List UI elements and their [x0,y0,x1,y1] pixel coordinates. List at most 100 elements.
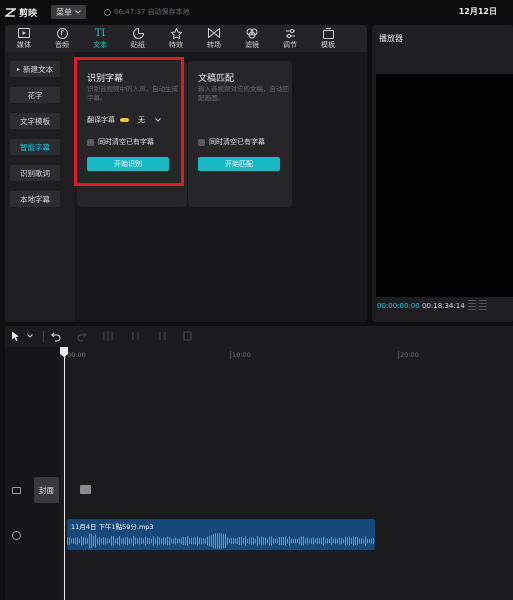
clear-existing-row: 同时清空已有字幕 [87,137,154,147]
ruler-label: 10:00 [232,351,251,359]
audio-clip[interactable]: 11月4日 下午1點59分.mp3 [67,519,375,550]
sidebar-item-auto-captions[interactable]: 智能字幕 [10,139,60,155]
translate-toggle[interactable] [119,117,130,123]
sticker-icon [132,27,144,39]
tab-sticker[interactable]: 贴纸 [119,25,157,52]
tab-effects-label: 特效 [169,41,183,49]
sidebar-item-label: 智能字幕 [20,142,50,152]
sidebar-item-label: 文字模板 [20,116,50,126]
playhead[interactable] [64,347,65,600]
translate-select-value: 无 [138,116,145,124]
translate-label: 翻译字幕 [87,116,115,124]
video-track-icon [12,487,21,494]
clear-existing-checkbox[interactable] [87,138,94,146]
redo-icon[interactable] [77,330,87,342]
tab-transition[interactable]: 转场 [195,25,233,52]
sidebar-item-fancy-text[interactable]: 花字 [10,87,60,103]
total-timecode: 00:18:34:14 [422,302,465,310]
sidebar-item-label: 花字 [27,90,43,100]
cover-button[interactable]: 封面 [34,477,59,503]
toolbar-divider [43,331,44,342]
tab-audio-label: 音频 [55,41,69,49]
current-timecode: 00:00:00:00 [377,302,420,310]
tab-filter-label: 滤镜 [245,41,259,49]
tab-adjust[interactable]: 调节 [271,25,309,52]
timeline-panel: 00:00 10:00 20:00 封面 11月4日 下午1點59分.mp3 [5,326,513,600]
split-icon[interactable] [103,330,113,342]
ruler-label: 00:00 [67,351,86,359]
sidebar-item-new-text[interactable]: ▸ 新建文本 [10,61,60,77]
recognize-captions-card: 识别字幕 识别音视频中的人声，自动生成字幕。 翻译字幕 无 同时清空已有字幕 开… [77,61,187,207]
text-sidebar: ▸ 新建文本 花字 文字模板 智能字幕 识别歌词 本地字幕 [10,61,65,217]
main-toolbar: 媒体 音频 TI 文本 贴纸 特效 转场 滤镜 调节 模板 [5,25,367,52]
text-icon: TI [94,27,106,39]
autosave-text: 06:47:37 自动保存本地 [114,8,190,16]
clear-existing-label: 同时清空已有字幕 [98,138,154,146]
clear-existing-checkbox[interactable] [198,138,205,146]
sidebar-item-label: 识别歌词 [20,168,50,178]
tab-adjust-label: 调节 [283,41,297,49]
audio-icon [56,27,68,39]
waveform-icon[interactable] [479,300,487,310]
app-logo: 剪映 [5,6,37,19]
player-panel: 播放器 00:00:00:00 00:18:34:14 [372,25,513,322]
timeline-toolbar [5,326,513,347]
media-icon [18,28,30,38]
menu-label: 菜单 [56,7,72,17]
title-bar: 剪映 菜单 06:47:37 自动保存本地 12月12日 [0,0,513,24]
chevron-down-icon [75,10,81,14]
delete-icon[interactable] [183,330,192,342]
card-title: 识别字幕 [87,74,124,84]
sidebar-item-text-template[interactable]: 文字模板 [10,113,60,129]
player-icons [468,300,487,310]
waveform-icon[interactable] [468,300,476,310]
tab-sticker-label: 贴纸 [131,41,145,49]
tab-audio[interactable]: 音频 [43,25,81,52]
menu-button[interactable]: 菜单 [51,5,86,19]
tab-media-label: 媒体 [17,41,31,49]
adjust-icon [285,28,295,38]
tab-template[interactable]: 模板 [309,25,347,52]
ruler-tick [230,351,231,359]
tab-transition-label: 转场 [207,41,221,49]
caret-right-icon: ▸ [16,65,20,73]
tab-filter[interactable]: 滤镜 [233,25,271,52]
select-cursor-icon[interactable] [11,330,20,342]
timeline-ruler[interactable]: 00:00 10:00 20:00 [60,347,513,361]
card-title: 文稿匹配 [198,74,235,84]
date-label: 12月12日 [458,7,497,16]
filter-icon [246,28,258,38]
sidebar-item-local-captions[interactable]: 本地字幕 [10,191,60,207]
sidebar-item-label: 本地字幕 [20,194,50,204]
sidebar-item-lyrics[interactable]: 识别歌词 [10,165,60,181]
chevron-down-icon[interactable] [27,330,33,342]
audio-waveform [67,533,374,549]
player-title: 播放器 [379,34,403,43]
effects-icon [170,27,182,39]
tab-media[interactable]: 媒体 [5,25,43,52]
clock-icon [104,8,111,16]
card-description: 输入音视频对应的文稿，自动匹配画面。 [198,85,289,102]
clear-existing-row: 同时清空已有字幕 [198,137,265,147]
script-match-card: 文稿匹配 输入音视频对应的文稿，自动匹配画面。 同时清空已有字幕 开始匹配 [188,61,292,207]
translate-select[interactable]: 无 [138,115,161,125]
split-left-icon[interactable] [131,330,141,342]
ruler-label: 20:00 [400,351,419,359]
chevron-down-icon [155,118,161,122]
template-icon [322,27,334,39]
start-match-button[interactable]: 开始匹配 [198,157,280,171]
ruler-tick [398,351,399,359]
player-preview[interactable] [376,74,513,304]
capcut-logo-icon [5,8,16,17]
tab-effects[interactable]: 特效 [157,25,195,52]
transition-icon [208,28,220,38]
tab-text[interactable]: TI 文本 [81,25,119,52]
undo-icon[interactable] [51,330,61,342]
sidebar-item-label: 新建文本 [23,64,53,74]
translate-row: 翻译字幕 无 [87,115,161,125]
split-right-icon[interactable] [157,330,167,342]
start-recognize-button[interactable]: 开始识别 [87,157,169,171]
audio-track-icon [12,531,21,540]
app-name: 剪映 [19,9,38,19]
assets-panel: 媒体 音频 TI 文本 贴纸 特效 转场 滤镜 调节 模板 ▸ 新建文本 花字 … [5,25,367,322]
